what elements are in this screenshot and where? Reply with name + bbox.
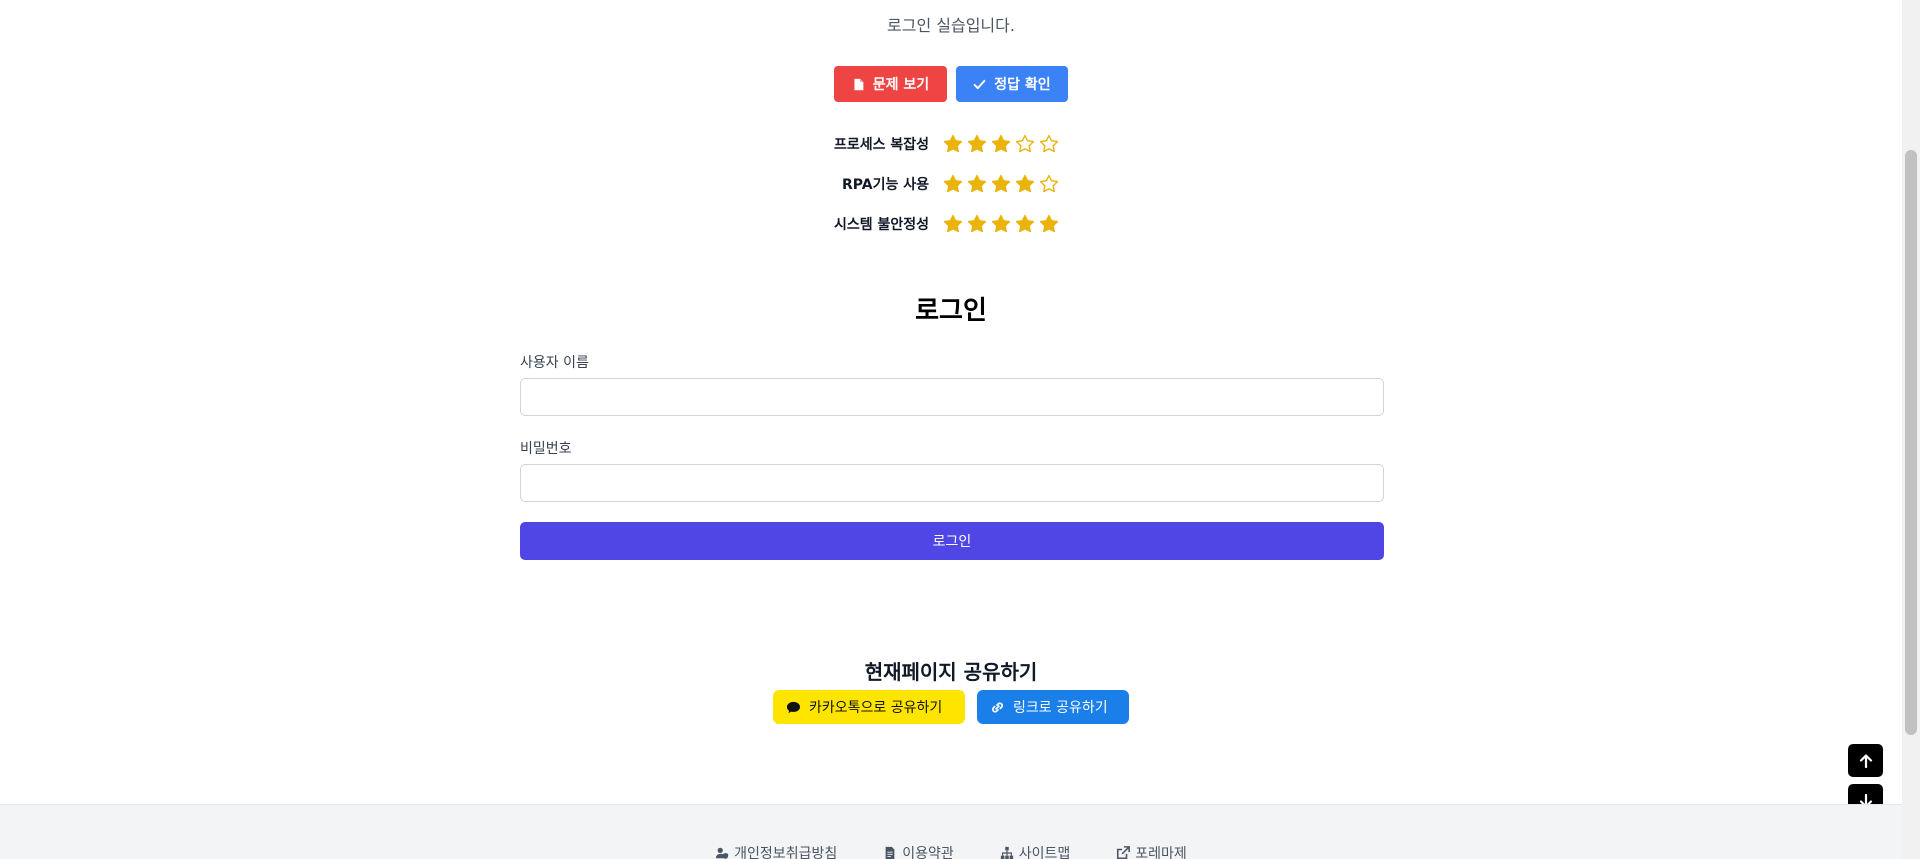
star-filled-icon [943,214,963,233]
star-filled-icon [1039,214,1059,233]
star-empty-icon [1039,174,1059,193]
username-group: 사용자 이름 [520,352,1384,416]
rating-row: RPA기능 사용 [790,164,1110,204]
footer-link-label: 개인정보취급방침 [734,846,838,859]
scrollbar-thumb[interactable] [1905,150,1917,735]
password-group: 비밀번호 [520,438,1384,502]
rating-label: 시스템 불안정성 [833,217,929,233]
arrow-up-icon [1859,753,1872,768]
star-filled-icon [943,174,963,193]
check-answer-label: 정답 확인 [994,77,1051,93]
view-problem-button[interactable]: 문제 보기 [834,66,947,102]
footer-link-privacy[interactable]: 개인정보취급방침 [715,843,837,859]
footer-link-label: 이용약관 [902,846,954,859]
check-icon [973,79,986,89]
share-buttons: 카카오톡으로 공유하기 링크로 공유하기 [0,690,1902,724]
login-title: 로그인 [915,296,987,326]
rating-label: RPA기능 사용 [842,177,929,193]
link-share-label: 링크로 공유하기 [1013,700,1108,716]
footer-link-label: 사이트맵 [1018,846,1071,859]
kakao-share-label: 카카오톡으로 공유하기 [809,700,943,716]
page-scrollbar[interactable] [1902,0,1920,859]
footer: 개인정보취급방침 이용약관 사이트맵 포레마제 [0,804,1902,859]
star-empty-icon [1039,134,1059,153]
rating-row: 시스템 불안정성 [790,204,1110,244]
rating-row: 프로세스 복잡성 [790,124,1110,164]
check-answer-button[interactable]: 정답 확인 [956,66,1068,102]
page-subtitle: 로그인 실습입니다. [887,16,1015,35]
document-icon [854,78,864,90]
link-share-button[interactable]: 링크로 공유하기 [977,690,1129,724]
username-label: 사용자 이름 [520,355,589,371]
action-buttons: 문제 보기 정답 확인 [0,66,1902,102]
link-icon [992,701,1003,713]
username-input[interactable] [520,378,1384,416]
star-empty-icon [1015,134,1035,153]
document-icon [885,846,895,859]
star-rating [943,174,1059,194]
external-link-icon [1117,846,1131,859]
sitemap-icon [1000,846,1013,859]
kakao-share-button[interactable]: 카카오톡으로 공유하기 [773,690,965,724]
footer-link-external[interactable]: 포레마제 [1116,843,1187,859]
star-filled-icon [1015,214,1035,233]
star-filled-icon [967,174,987,193]
login-button[interactable]: 로그인 [520,522,1384,560]
star-filled-icon [967,214,987,233]
scroll-top-button[interactable] [1848,744,1883,777]
password-input[interactable] [520,464,1384,502]
footer-link-label: 포레마제 [1135,846,1187,859]
password-label: 비밀번호 [520,441,572,457]
star-filled-icon [967,134,987,153]
page: 로그인 실습입니다. 문제 보기 정답 확인 프로세스 복잡성 RPA기능 사용… [0,0,1902,859]
footer-link-terms[interactable]: 이용약관 [883,843,954,859]
star-filled-icon [991,214,1011,233]
star-filled-icon [943,134,963,153]
footer-links: 개인정보취급방침 이용약관 사이트맵 포레마제 [0,843,1902,859]
star-filled-icon [991,174,1011,193]
star-filled-icon [1015,174,1035,193]
chat-bubble-icon [786,701,801,713]
difficulty-ratings: 프로세스 복잡성 RPA기능 사용 시스템 불안정성 [790,124,1110,244]
star-rating [943,134,1059,154]
rating-label: 프로세스 복잡성 [833,137,929,153]
star-rating [943,214,1059,234]
footer-link-sitemap[interactable]: 사이트맵 [1000,843,1071,859]
share-title: 현재페이지 공유하기 [864,660,1038,684]
star-filled-icon [991,134,1011,153]
view-problem-label: 문제 보기 [872,77,930,93]
user-shield-icon [716,847,729,859]
